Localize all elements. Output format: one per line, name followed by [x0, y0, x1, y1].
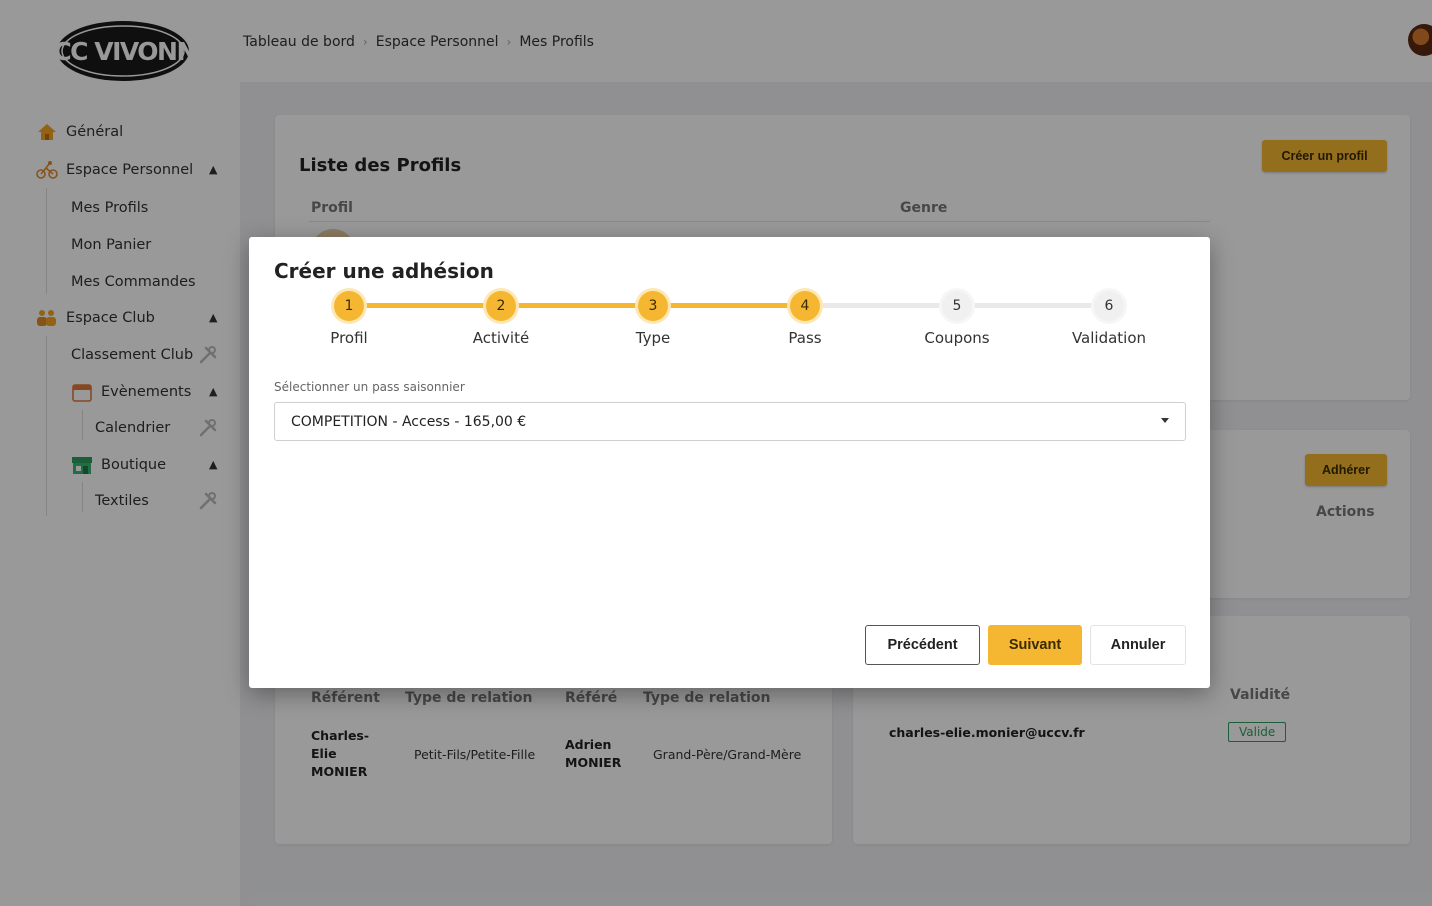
caret-down-icon — [1161, 418, 1169, 423]
pass-select-label: Sélectionner un pass saisonnier — [274, 380, 465, 394]
cancel-button[interactable]: Annuler — [1090, 625, 1186, 665]
step-6-label: Validation — [1071, 329, 1147, 347]
create-membership-dialog: Créer une adhésion 1 2 3 4 5 6 Profil Ac… — [249, 237, 1210, 688]
previous-button[interactable]: Précédent — [865, 625, 980, 665]
step-1-label: Profil — [330, 329, 368, 347]
next-button[interactable]: Suivant — [988, 625, 1082, 665]
step-4-indicator[interactable]: 4 — [790, 291, 820, 321]
step-5-label: Coupons — [924, 329, 990, 347]
step-2-indicator[interactable]: 2 — [486, 291, 516, 321]
step-3-indicator[interactable]: 3 — [638, 291, 668, 321]
pass-select-value: COMPETITION - Access - 165,00 € — [291, 413, 527, 430]
step-2-label: Activité — [472, 329, 530, 347]
step-3-label: Type — [635, 329, 671, 347]
step-4-label: Pass — [788, 329, 822, 347]
pass-select[interactable]: COMPETITION - Access - 165,00 € — [274, 402, 1186, 441]
step-1-indicator[interactable]: 1 — [334, 291, 364, 321]
stepper-progress-done — [349, 303, 805, 308]
step-6-indicator: 6 — [1094, 291, 1124, 321]
dialog-title: Créer une adhésion — [274, 259, 494, 283]
step-5-indicator: 5 — [942, 291, 972, 321]
